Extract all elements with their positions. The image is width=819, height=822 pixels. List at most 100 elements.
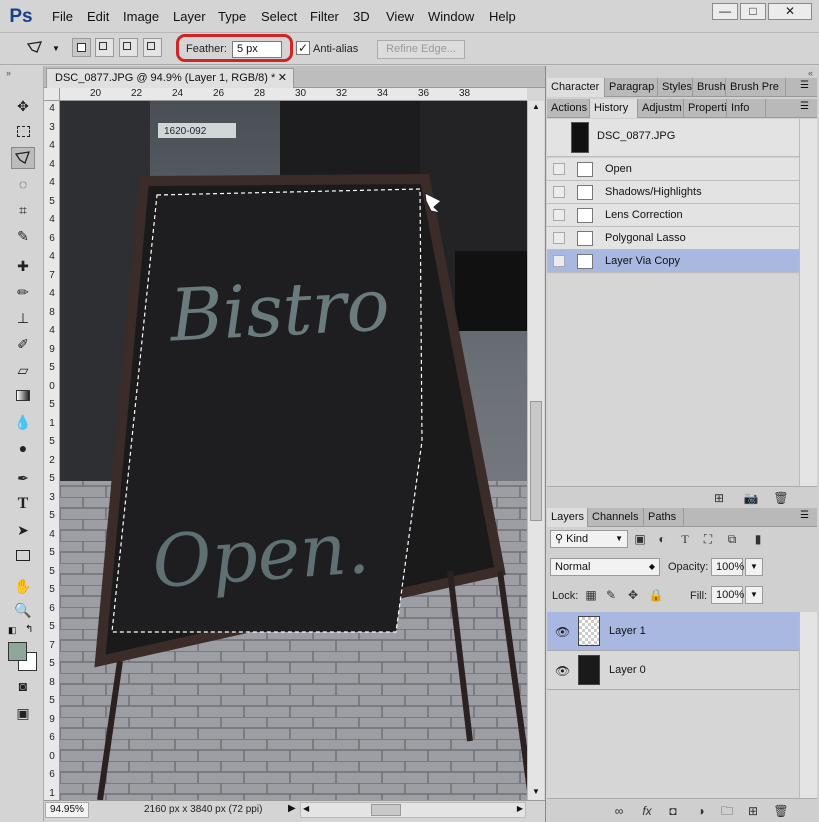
menu-image[interactable]: Image: [123, 9, 159, 24]
layer-row[interactable]: 👁 Layer 1: [547, 612, 799, 651]
layer-row[interactable]: 👁 Layer 0: [547, 651, 799, 690]
fill-dropdown-icon[interactable]: ▼: [745, 586, 763, 604]
hand-tool-icon[interactable]: ✋: [11, 575, 35, 597]
tab-brush[interactable]: Brush: [693, 78, 726, 97]
intersect-selection-button[interactable]: [143, 38, 162, 57]
tab-styles[interactable]: Styles: [658, 78, 693, 97]
zoom-level-field[interactable]: 94.95%: [45, 802, 89, 818]
horizontal-ruler[interactable]: 20 22 24 26 28 30 32 34 36 38: [60, 88, 527, 101]
history-snapshot-row[interactable]: DSC_0877.JPG: [547, 119, 799, 157]
maximize-button[interactable]: □: [740, 3, 766, 20]
menu-3d[interactable]: 3D: [353, 9, 370, 24]
close-document-icon[interactable]: ✕: [278, 69, 287, 87]
history-state[interactable]: Lens Correction: [547, 204, 799, 227]
scroll-up-icon[interactable]: ▲: [529, 102, 543, 114]
quick-mask-icon[interactable]: ◙: [11, 675, 35, 697]
clone-stamp-tool-icon[interactable]: ⊥: [11, 307, 35, 329]
quick-selection-tool-icon[interactable]: ◌: [11, 173, 35, 195]
pen-tool-icon[interactable]: ✒: [11, 467, 35, 489]
adjustment-layer-icon[interactable]: ◑: [693, 803, 709, 819]
menu-type[interactable]: Type: [218, 9, 246, 24]
tab-adjustm[interactable]: Adjustm: [638, 99, 684, 118]
tab-info[interactable]: Info: [727, 99, 766, 118]
history-state[interactable]: Shadows/Highlights: [547, 181, 799, 204]
menu-window[interactable]: Window: [428, 9, 474, 24]
lock-pixels-icon[interactable]: ✎: [603, 587, 619, 603]
eraser-tool-icon[interactable]: ▱: [11, 359, 35, 381]
brush-tool-icon[interactable]: ✏: [11, 281, 35, 303]
history-brush-tool-icon[interactable]: ✐: [11, 333, 35, 355]
filter-pixel-icon[interactable]: ▣: [632, 531, 648, 547]
delete-layer-icon[interactable]: 🗑: [773, 803, 789, 819]
new-group-icon[interactable]: 🗀: [719, 803, 735, 819]
minimize-button[interactable]: —: [712, 3, 738, 20]
opacity-dropdown-icon[interactable]: ▼: [745, 558, 763, 576]
document-tab[interactable]: DSC_0877.JPG @ 94.9% (Layer 1, RGB/8) * …: [46, 68, 294, 88]
link-layers-icon[interactable]: ∞: [611, 803, 627, 819]
panel-collapse-icon[interactable]: «: [808, 68, 813, 78]
tab-properti[interactable]: Properti: [684, 99, 727, 118]
history-panel-menu-icon[interactable]: ☰: [800, 101, 809, 112]
panel-menu-icon[interactable]: ☰: [800, 80, 809, 91]
rectangle-tool-icon[interactable]: [11, 545, 35, 567]
new-layer-icon[interactable]: ⊞: [745, 803, 761, 819]
swap-colors-icon[interactable]: ↰: [25, 624, 33, 635]
healing-brush-tool-icon[interactable]: ✚: [11, 255, 35, 277]
tab-paths[interactable]: Paths: [644, 508, 684, 527]
history-source-checkbox[interactable]: [553, 186, 565, 198]
close-window-button[interactable]: ✕: [768, 3, 812, 20]
menu-layer[interactable]: Layer: [173, 9, 206, 24]
menu-help[interactable]: Help: [489, 9, 516, 24]
history-state[interactable]: Layer Via Copy: [547, 250, 799, 273]
layer-style-icon[interactable]: fx: [639, 803, 655, 819]
type-tool-icon[interactable]: T: [11, 493, 35, 515]
scroll-left-icon[interactable]: ◀: [303, 804, 309, 813]
filter-toggle-icon[interactable]: ▮: [750, 531, 766, 547]
menu-select[interactable]: Select: [261, 9, 297, 24]
gradient-tool-icon[interactable]: [11, 385, 35, 407]
subtract-selection-button[interactable]: [119, 38, 138, 57]
toolbar-collapse-icon[interactable]: »: [6, 68, 11, 78]
lock-transparent-icon[interactable]: ▦: [583, 587, 599, 603]
move-tool-icon[interactable]: ✥: [11, 95, 35, 117]
fill-input[interactable]: 100%: [711, 586, 744, 604]
history-state[interactable]: Polygonal Lasso: [547, 227, 799, 250]
eyedropper-tool-icon[interactable]: ✎: [11, 225, 35, 247]
tab-layers[interactable]: Layers: [547, 508, 588, 527]
vertical-scrollbar[interactable]: ▲ ▼: [527, 101, 544, 800]
vertical-scroll-thumb[interactable]: [530, 401, 542, 521]
blur-tool-icon[interactable]: 💧: [11, 411, 35, 433]
menu-file[interactable]: File: [52, 9, 73, 24]
filter-type-icon[interactable]: T: [677, 531, 693, 547]
tab-brush-pre[interactable]: Brush Pre: [726, 78, 786, 97]
delete-state-icon[interactable]: 🗑: [773, 490, 789, 506]
layers-panel-menu-icon[interactable]: ☰: [800, 510, 809, 521]
new-document-from-state-icon[interactable]: ⊞: [711, 490, 727, 506]
dodge-tool-icon[interactable]: ●: [11, 437, 35, 459]
history-source-checkbox[interactable]: [553, 255, 565, 267]
new-selection-button[interactable]: [72, 38, 91, 57]
scroll-down-icon[interactable]: ▼: [529, 787, 543, 799]
history-source-checkbox[interactable]: [553, 163, 565, 175]
add-mask-icon[interactable]: ◘: [665, 803, 681, 819]
refine-edge-button[interactable]: Refine Edge...: [377, 40, 465, 59]
add-to-selection-button[interactable]: [95, 38, 114, 57]
lock-position-icon[interactable]: ✥: [625, 587, 641, 603]
crop-tool-icon[interactable]: ⌗: [11, 199, 35, 221]
filter-shape-icon[interactable]: ⛶: [700, 531, 716, 547]
tab-channels[interactable]: Channels: [588, 508, 644, 527]
horizontal-scroll-thumb[interactable]: [371, 804, 401, 816]
menu-view[interactable]: View: [386, 9, 414, 24]
lock-all-icon[interactable]: 🔒: [648, 587, 664, 603]
tab-paragrap[interactable]: Paragrap: [605, 78, 658, 97]
layers-scrollbar[interactable]: [799, 612, 817, 798]
lasso-tool-icon[interactable]: [11, 147, 35, 169]
tab-character[interactable]: Character: [547, 78, 605, 97]
tab-actions[interactable]: Actions: [547, 99, 590, 118]
default-colors-icon[interactable]: ◧: [8, 625, 17, 636]
blend-mode-select[interactable]: Normal ◆: [550, 558, 660, 576]
path-selection-tool-icon[interactable]: ➤: [11, 519, 35, 541]
menu-edit[interactable]: Edit: [87, 9, 109, 24]
layer-filter-kind[interactable]: ⚲ Kind ▼: [550, 530, 628, 548]
menu-filter[interactable]: Filter: [310, 9, 339, 24]
